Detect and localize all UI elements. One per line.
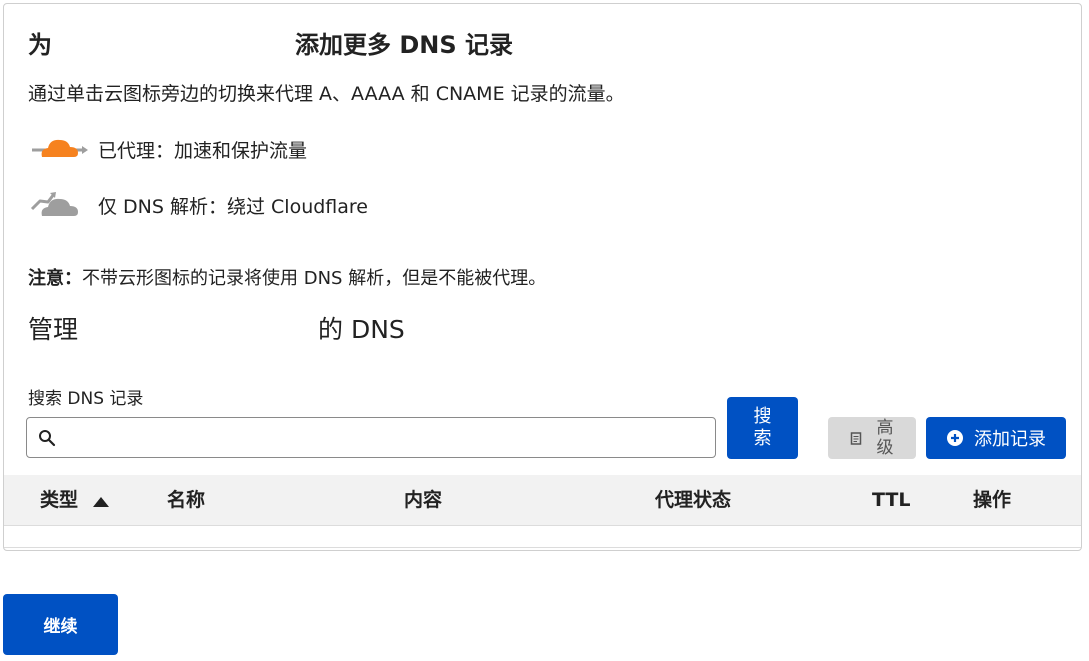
- manage-prefix: 管理: [28, 315, 79, 344]
- proxy-description: 通过单击云图标旁边的切换来代理 A、AAAA 和 CNAME 记录的流量。: [28, 83, 625, 105]
- column-header-type-label: 类型: [40, 489, 79, 511]
- title-prefix: 为: [28, 31, 52, 59]
- legend-dns-only: 仅 DNS 解析：绕过 Cloudflare: [28, 185, 368, 225]
- column-header-name[interactable]: 名称: [167, 475, 205, 525]
- column-header-ttl[interactable]: TTL: [872, 475, 910, 525]
- gray-cloud-dns-only-icon: [28, 185, 92, 225]
- legend-proxied-label: 已代理：加速和保护流量: [98, 139, 308, 162]
- continue-button[interactable]: 继续: [3, 594, 118, 655]
- advanced-button-label: 高级: [876, 418, 894, 458]
- manage-suffix: 的 DNS: [318, 315, 405, 344]
- legend-proxied: 已代理：加速和保护流量: [28, 129, 307, 169]
- continue-button-label: 继续: [43, 617, 78, 637]
- manage-dns-heading: 管理 的 DNS: [28, 314, 448, 346]
- dns-records-card: 为 添加更多 DNS 记录 通过单击云图标旁边的切换来代理 A、AAAA 和 C…: [3, 3, 1082, 551]
- search-input[interactable]: [67, 418, 715, 457]
- plus-circle-icon: [946, 429, 964, 447]
- search-label: 搜索 DNS 记录: [28, 389, 144, 409]
- dns-table-body: [4, 526, 1081, 548]
- search-field[interactable]: [26, 417, 716, 458]
- note-text: 不带云形图标的记录将使用 DNS 解析，但是不能被代理。: [82, 268, 547, 289]
- note-label: 注意：: [28, 268, 82, 289]
- column-header-type[interactable]: 类型: [40, 475, 109, 525]
- search-icon: [27, 418, 67, 458]
- orange-cloud-proxied-icon: [28, 129, 92, 169]
- search-button[interactable]: 搜索: [727, 397, 798, 459]
- title-main: 添加更多 DNS 记录: [295, 31, 514, 59]
- legend-dns-only-label: 仅 DNS 解析：绕过 Cloudflare: [98, 195, 368, 218]
- column-header-proxy-status[interactable]: 代理状态: [655, 475, 731, 525]
- advanced-button[interactable]: 高级: [828, 417, 916, 459]
- sort-ascending-icon: [92, 476, 109, 526]
- search-button-label: 搜索: [753, 406, 772, 449]
- add-record-button[interactable]: 添加记录: [926, 417, 1066, 459]
- note: 注意：不带云形图标的记录将使用 DNS 解析，但是不能被代理。: [28, 267, 546, 291]
- document-icon: [849, 431, 863, 445]
- column-header-content[interactable]: 内容: [404, 475, 442, 525]
- dns-table-header: 类型 名称 内容 代理状态 TTL 操作: [4, 475, 1081, 526]
- add-record-label: 添加记录: [974, 429, 1046, 450]
- column-header-actions: 操作: [973, 489, 1012, 511]
